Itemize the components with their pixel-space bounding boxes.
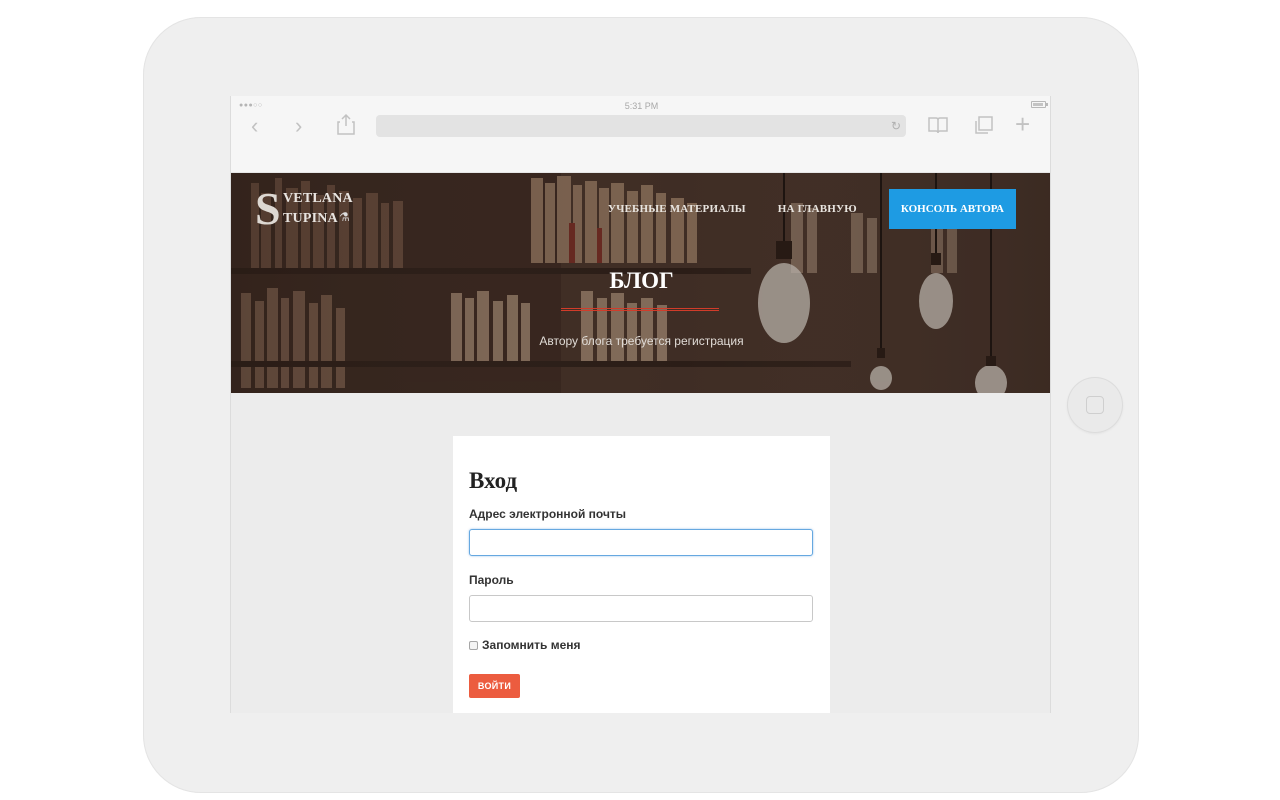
plus-icon[interactable]: +	[1015, 111, 1030, 137]
menu-item-home[interactable]: НА ГЛАВНУЮ	[778, 203, 857, 215]
login-form: Вход Адрес электронной почты Пароль Запо…	[453, 436, 830, 713]
page-subtitle: Автору блога требуется регистрация	[539, 334, 744, 348]
chevron-right-icon[interactable]: ›	[295, 114, 302, 138]
remember-label: Запомнить меня	[482, 638, 581, 652]
password-label: Пароль	[469, 573, 514, 587]
remember-me[interactable]: Запомнить меня	[469, 638, 581, 652]
hero-banner: S VETLANA TUPINA ⚗ УЧЕБНЫЕ МАТЕРИАЛЫ НА …	[231, 173, 1050, 393]
home-button[interactable]	[1067, 377, 1123, 433]
address-bar[interactable]: ↻	[376, 115, 906, 137]
login-title: Вход	[469, 468, 518, 493]
status-time: 5:31 PM	[624, 101, 659, 111]
author-console-button[interactable]: КОНСОЛЬ АВТОРА	[888, 189, 1016, 229]
menu-item-materials[interactable]: УЧЕБНЫЕ МАТЕРИАЛЫ	[608, 203, 746, 215]
logo-line-1: VETLANA	[283, 191, 353, 206]
browser-screen: ●●●○○ 5:31 PM ‹ › ↻ + S VETLANA TUPINA ⚗…	[230, 96, 1051, 713]
reload-icon[interactable]: ↻	[891, 118, 901, 134]
email-field[interactable]	[469, 529, 813, 556]
home-square-icon	[1086, 396, 1104, 414]
browser-toolbar: ●●●○○ 5:31 PM ‹ › ↻ +	[231, 96, 1050, 173]
password-field[interactable]	[469, 595, 813, 622]
battery-icon	[1031, 101, 1048, 108]
share-icon[interactable]	[337, 113, 355, 140]
flask-icon: ⚗	[339, 210, 350, 224]
remember-checkbox[interactable]	[469, 640, 478, 650]
main-menu: УЧЕБНЫЕ МАТЕРИАЛЫ НА ГЛАВНУЮ КОНСОЛЬ АВТ…	[608, 189, 1016, 229]
logo-line-2: TUPINA	[283, 211, 338, 226]
logo-initial: S	[255, 183, 281, 234]
title-divider	[561, 308, 719, 311]
bookmarks-icon[interactable]	[927, 114, 949, 141]
chevron-left-icon[interactable]: ‹	[251, 114, 258, 138]
page-title: БЛОГ	[609, 268, 674, 293]
tabs-icon[interactable]	[973, 114, 995, 141]
email-label: Адрес электронной почты	[469, 507, 627, 521]
login-button[interactable]: ВОЙТИ	[469, 674, 520, 698]
